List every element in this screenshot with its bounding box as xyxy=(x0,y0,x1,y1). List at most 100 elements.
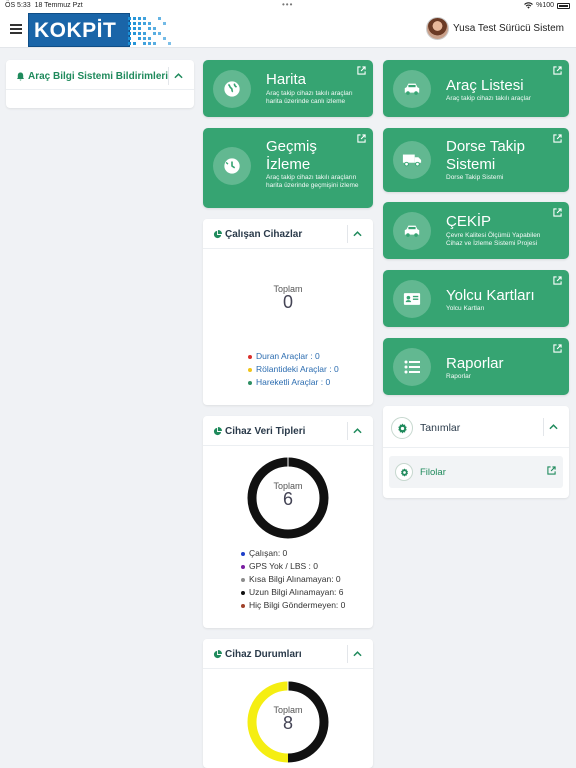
legend-item: Kısa Bilgi Alınamayan: 0 xyxy=(241,573,345,586)
tile-gecmis-izleme[interactable]: Geçmiş İzleme Araç takip cihazı takılı a… xyxy=(203,128,373,208)
logo-pixel xyxy=(133,32,137,36)
external-link-icon[interactable] xyxy=(553,66,562,75)
external-link-icon[interactable] xyxy=(553,344,562,353)
legend-dot xyxy=(241,577,245,582)
cihaz-durumlari-header: Cihaz Durumları xyxy=(203,639,373,669)
tile-yolcu-kartlari[interactable]: Yolcu Kartları Yolcu Kartları xyxy=(383,270,569,327)
logo-pixel xyxy=(138,17,142,21)
legend-label: Kısa Bilgi Alınamayan: 0 xyxy=(249,574,341,584)
legend-label[interactable]: Hareketli Araçlar : 0 xyxy=(256,376,330,389)
calisan-cihazlar-header: Çalışan Cihazlar xyxy=(203,219,373,249)
tanimlar-collapse-button[interactable] xyxy=(543,418,563,436)
cihaz-veri-tipleri-header: Cihaz Veri Tipleri xyxy=(203,416,373,446)
external-link-icon[interactable] xyxy=(553,276,562,285)
bell-icon xyxy=(16,72,25,81)
menu-icon[interactable] xyxy=(10,24,22,34)
logo-pixel xyxy=(143,37,147,41)
calisan-total-value: 0 xyxy=(282,292,293,312)
logo-pixel xyxy=(133,27,137,31)
durum-total-value: 8 xyxy=(282,713,293,733)
tile-yolcu-desc: Yolcu Kartları xyxy=(446,305,485,312)
tile-gecmis-name: Geçmiş İzleme xyxy=(266,138,317,173)
logo-pixel xyxy=(153,27,157,31)
external-link-icon[interactable] xyxy=(553,208,562,217)
legend-item: Hiç Bilgi Göndermeyen: 0 xyxy=(241,599,345,612)
chevron-up-icon xyxy=(549,424,558,430)
tile-raporlar[interactable]: Raporlar Raporlar xyxy=(383,338,569,395)
tile-arac-listesi[interactable]: Araç Listesi Araç takip cihazı takılı ar… xyxy=(383,60,569,117)
veri-total-value: 6 xyxy=(282,489,293,509)
pie-chart-icon xyxy=(213,230,222,239)
logo-pixel xyxy=(148,27,152,31)
truck-icon xyxy=(393,141,431,179)
tile-cekip[interactable]: ÇEKİP Çevre Kalitesi Ölçümü Yapabilen Ci… xyxy=(383,202,569,259)
logo-pixel xyxy=(153,32,157,36)
tanimlar-header: Tanımlar xyxy=(383,406,569,448)
top-bar: KOKPİT Yusa Test Sürücü Sistem xyxy=(0,12,576,48)
car-icon xyxy=(393,70,431,108)
user-menu[interactable]: Yusa Test Sürücü Sistem xyxy=(426,17,564,40)
pie-chart-icon xyxy=(213,650,222,659)
chevron-up-icon xyxy=(353,428,362,434)
legend-label[interactable]: Rölantideki Araçlar : 0 xyxy=(256,363,339,376)
legend-item: Rölantideki Araçlar : 0 xyxy=(248,363,339,376)
multitask-dots[interactable]: ••• xyxy=(282,0,293,9)
legend-dot xyxy=(248,367,252,372)
battery-icon xyxy=(557,2,570,9)
tile-cekip-desc: Çevre Kalitesi Ölçümü Yapabilen Cihaz ve… xyxy=(446,232,541,247)
avatar[interactable] xyxy=(426,17,450,40)
tile-raporlar-name: Raporlar xyxy=(446,355,504,372)
tanimlar-title: Tanımlar xyxy=(420,422,461,434)
logo-pixel xyxy=(128,37,132,41)
external-link-icon[interactable] xyxy=(553,134,562,143)
filolar-label: Filolar xyxy=(420,467,446,478)
logo-pixel xyxy=(148,37,152,41)
tile-arac-listesi-name: Araç Listesi xyxy=(446,77,524,94)
logo-pixel xyxy=(128,27,132,31)
legend-dot xyxy=(241,590,245,595)
logo-pixel xyxy=(138,22,142,26)
cihaz-durumlari-collapse-button[interactable] xyxy=(347,645,367,663)
tile-dorse-takip[interactable]: Dorse Takip Sistemi Dorse Takip Sistemi xyxy=(383,128,569,192)
logo-pixel xyxy=(148,42,152,46)
logo-pixel xyxy=(143,42,147,46)
tile-harita-desc: Araç takip cihazı takılı araçları harita… xyxy=(266,90,353,105)
logo-pixel xyxy=(133,17,137,21)
cihaz-veri-tipleri-collapse-button[interactable] xyxy=(347,422,367,440)
logo-pixel xyxy=(138,37,142,41)
tile-harita-name: Harita xyxy=(266,71,307,88)
id-card-icon xyxy=(393,280,431,318)
kokpit-logo[interactable]: KOKPİT xyxy=(28,13,172,47)
calisan-legend: Duran Araçlar : 0 Rölantideki Araçlar : … xyxy=(248,350,339,389)
legend-label: Çalışan: 0 xyxy=(249,548,288,558)
status-right: %100 xyxy=(524,2,570,9)
legend-item: Hareketli Araçlar : 0 xyxy=(248,376,339,389)
calisan-cihazlar-collapse-button[interactable] xyxy=(347,225,367,243)
filolar-item[interactable]: Filolar xyxy=(389,456,563,488)
legend-dot xyxy=(241,551,245,556)
calisan-cihazlar-title-text: Çalışan Cihazlar xyxy=(225,229,303,240)
legend-label[interactable]: Duran Araçlar : 0 xyxy=(256,350,320,363)
tile-harita[interactable]: Harita Araç takip cihazı takılı araçları… xyxy=(203,60,373,117)
tile-gecmis-desc: Araç takip cihazı takılı araçların harit… xyxy=(266,174,359,189)
cihaz-veri-tipleri-title-text: Cihaz Veri Tipleri xyxy=(225,426,306,437)
external-link-icon[interactable] xyxy=(547,466,556,475)
chevron-up-icon xyxy=(353,651,362,657)
logo-pixel xyxy=(143,22,147,26)
logo-pixel xyxy=(153,42,157,46)
external-link-icon[interactable] xyxy=(357,134,366,143)
logo-pixel xyxy=(133,22,137,26)
pie-chart-icon xyxy=(213,427,222,436)
tile-arac-listesi-desc: Araç takip cihazı takılı araçlar xyxy=(446,95,531,102)
legend-item: Çalışan: 0 xyxy=(241,547,345,560)
legend-label: Hiç Bilgi Göndermeyen: 0 xyxy=(249,600,346,610)
notifications-collapse-button[interactable] xyxy=(168,67,188,85)
legend-dot xyxy=(241,564,245,569)
status-time: ÖS 5:33 18 Temmuz Pzt xyxy=(5,2,83,9)
globe-icon xyxy=(213,70,251,108)
logo-pixel xyxy=(158,32,162,36)
legend-dot xyxy=(248,380,252,385)
external-link-icon[interactable] xyxy=(357,66,366,75)
notifications-header: Araç Bilgi Sistemi Bildirimleri xyxy=(6,60,194,90)
gear-icon xyxy=(395,463,413,481)
